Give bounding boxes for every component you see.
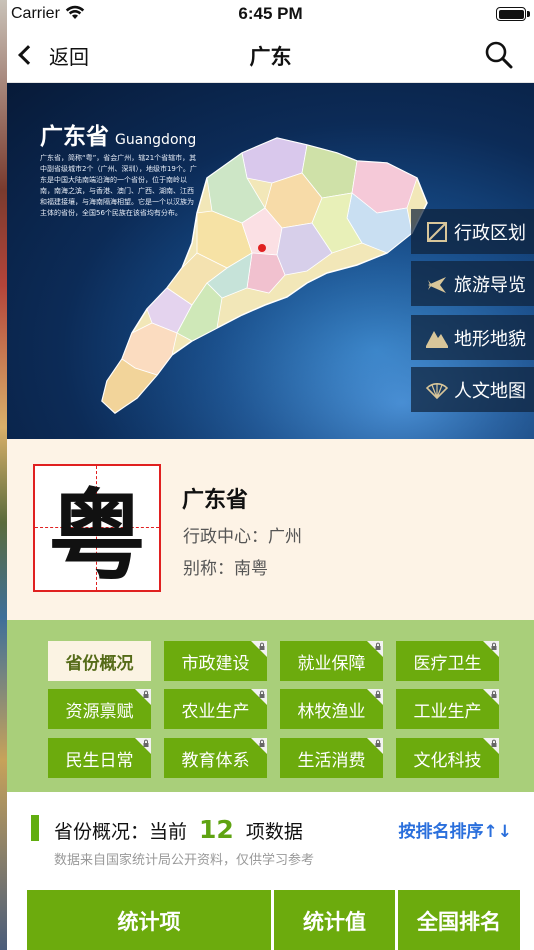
lock-icon: [251, 641, 267, 657]
column-header-value: 统计值: [274, 890, 395, 950]
province-info-card: 粤 广东省 行政中心：广州 别称：南粤: [7, 439, 534, 620]
battery-icon: [496, 7, 526, 21]
stats-accent-bar: [31, 815, 39, 841]
lock-icon: [367, 738, 383, 754]
map-frame-icon: [425, 220, 449, 244]
travel-guide-button[interactable]: 旅游导览: [411, 261, 534, 306]
status-bar: Carrier 6:45 PM: [7, 0, 534, 28]
category-button[interactable]: 民生日常: [48, 738, 151, 778]
search-icon[interactable]: [484, 40, 514, 70]
lock-icon: [483, 689, 499, 705]
stats-note: 数据来自国家统计局公开资料，仅供学习参考: [54, 853, 315, 868]
category-label: 就业保障: [297, 653, 366, 674]
category-label: 农业生产: [181, 701, 250, 722]
category-button[interactable]: 资源禀赋: [48, 689, 151, 729]
map-title: 广东省 Guangdong: [40, 117, 196, 151]
category-label: 教育体系: [181, 750, 250, 771]
category-label: 文化科技: [413, 750, 482, 771]
stats-count: 12: [199, 815, 234, 844]
lock-icon: [367, 641, 383, 657]
category-button[interactable]: 工业生产: [396, 689, 499, 729]
category-label: 生活消费: [297, 750, 366, 771]
lock-icon: [483, 641, 499, 657]
background-app-strip: [0, 0, 7, 950]
stats-title-suffix: 项数据: [245, 821, 303, 843]
province-alias: 别称：南粤: [183, 559, 268, 579]
category-button[interactable]: 农业生产: [164, 689, 267, 729]
category-button[interactable]: 生活消费: [280, 738, 383, 778]
category-button[interactable]: 文化科技: [396, 738, 499, 778]
category-label: 民生日常: [65, 750, 134, 771]
navigation-bar: 返回 广东: [7, 28, 534, 83]
province-map-banner[interactable]: 广东省 Guangdong 广东省，简称“粤”，省会广州，辖21个省辖市，其中副省…: [7, 83, 534, 439]
travel-guide-label: 旅游导览: [454, 274, 526, 296]
category-label: 市政建设: [181, 653, 250, 674]
airplane-icon: [425, 272, 449, 296]
column-header-item: 统计项: [27, 890, 271, 950]
culture-map-label: 人文地图: [454, 380, 526, 402]
category-button[interactable]: 医疗卫生: [396, 641, 499, 681]
lock-icon: [367, 689, 383, 705]
category-button[interactable]: 林牧渔业: [280, 689, 383, 729]
column-header-rank: 全国排名: [398, 890, 520, 950]
admin-division-label: 行政区划: [454, 222, 526, 244]
category-label: 医疗卫生: [413, 653, 482, 674]
category-button[interactable]: 教育体系: [164, 738, 267, 778]
app-window: Carrier 6:45 PM 返回 广东 广东省 Guangdong 广东省，…: [7, 0, 534, 950]
map-title-cn: 广东省: [40, 124, 109, 150]
terrain-button[interactable]: 地形地貌: [411, 315, 534, 360]
map-title-en: Guangdong: [115, 132, 197, 148]
admin-division-button[interactable]: 行政区划: [411, 209, 534, 254]
category-label: 林牧渔业: [297, 701, 366, 722]
lock-icon: [135, 689, 151, 705]
status-time: 6:45 PM: [238, 4, 303, 23]
lock-icon: [135, 738, 151, 754]
fan-icon: [425, 378, 449, 402]
category-label: 工业生产: [413, 701, 482, 722]
province-seal: 粤: [33, 464, 161, 594]
lock-icon: [251, 689, 267, 705]
sort-by-rank-button[interactable]: 按排名排序↑↓: [399, 817, 513, 842]
seal-character: 粤: [47, 480, 146, 594]
province-center: 行政中心：广州: [183, 527, 302, 547]
category-button[interactable]: 市政建设: [164, 641, 267, 681]
category-label: 省份概况: [65, 653, 134, 674]
mountain-icon: [425, 326, 449, 350]
culture-map-button[interactable]: 人文地图: [411, 367, 534, 412]
stats-title: 省份概况：当前 12 项数据: [54, 815, 303, 844]
page-title: 广东: [249, 45, 292, 69]
category-button[interactable]: 省份概况: [48, 641, 151, 681]
battery-tip: [527, 11, 530, 17]
category-button[interactable]: 就业保障: [280, 641, 383, 681]
category-grid: 省份概况 市政建设 就业保障 医疗卫生资源禀赋 农业生产 林牧渔业 工业生产民生日常 教育体系…: [7, 620, 534, 792]
stats-section: 省份概况：当前 12 项数据 按排名排序↑↓ 数据来自国家统计局公开资料，仅供学…: [7, 792, 534, 950]
map-description: 广东省，简称“粤”，省会广州，辖21个省辖市，其中副省级城市2个（广州、深圳），…: [40, 154, 197, 217]
terrain-label: 地形地貌: [454, 328, 526, 350]
category-label: 资源禀赋: [65, 701, 134, 722]
lock-icon: [483, 738, 499, 754]
province-name: 广东省: [182, 488, 249, 513]
stats-title-prefix: 省份概况：当前: [54, 821, 188, 843]
lock-icon: [251, 738, 267, 754]
